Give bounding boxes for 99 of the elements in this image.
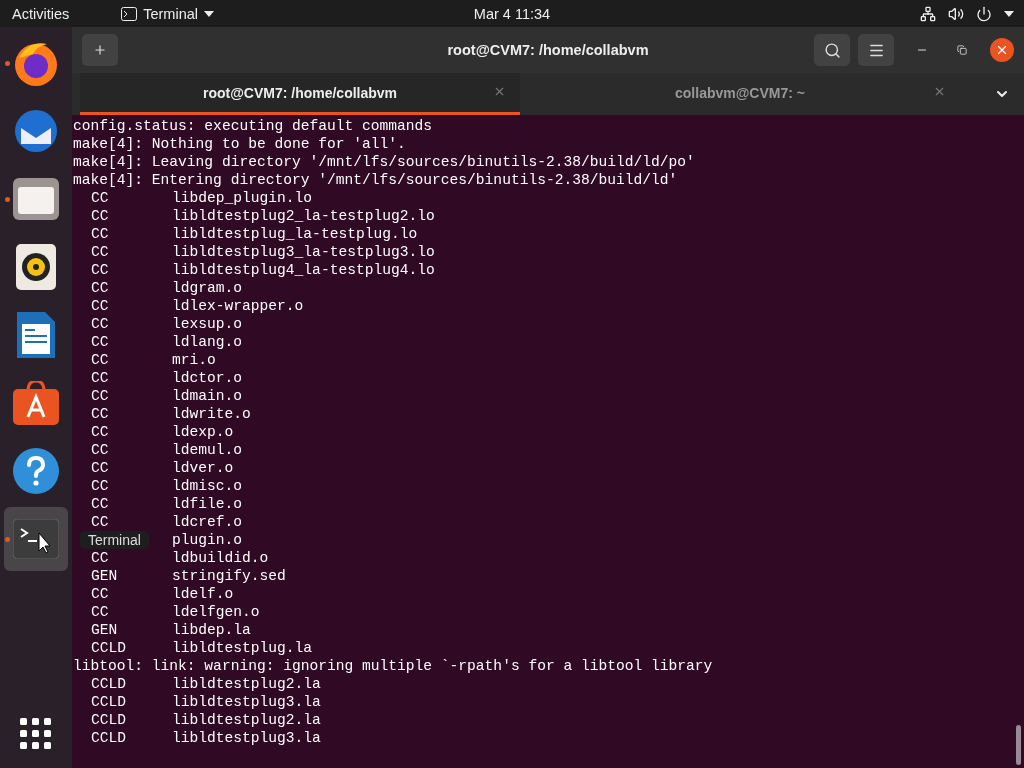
build-step: CC [91, 477, 172, 495]
file-name: plugin.o [172, 531, 243, 549]
build-step: CC [91, 603, 172, 621]
build-step: CC [91, 315, 172, 333]
app-grid-icon[interactable] [20, 718, 52, 750]
power-icon[interactable] [976, 5, 992, 22]
file-name: libldtestplug3_la-testplug3.lo [172, 243, 435, 261]
output-line: config.status: executing default commands [73, 117, 434, 135]
tab[interactable]: root@CVM7: /home/collabvm [80, 73, 520, 115]
output-line: make[4]: Entering directory '/mnt/lfs/sources/binutils-2.38/build/ld' [73, 171, 679, 189]
build-step: GEN [91, 621, 172, 639]
file-name: ldelf.o [172, 585, 234, 603]
build-step: CCLD [91, 693, 172, 711]
dock-item[interactable] [4, 507, 68, 571]
shopping-bag-icon [13, 381, 59, 425]
search-icon [823, 41, 841, 59]
build-step: CC [91, 423, 172, 441]
folder-icon [13, 178, 59, 220]
build-step: CC [91, 549, 172, 567]
plus-icon [93, 43, 107, 57]
build-step: CC [91, 279, 172, 297]
build-step: CCLD [91, 639, 172, 657]
build-step: CC [91, 441, 172, 459]
file-name: libldtestplug3.la [172, 729, 321, 747]
build-step: CC [91, 297, 172, 315]
running-indicator [5, 197, 10, 202]
file-name: libldtestplug2_la-testplug2.lo [172, 207, 435, 225]
speaker-icon [16, 244, 56, 290]
search-button[interactable] [814, 34, 850, 66]
file-name: libldtestplug2.la [172, 675, 321, 693]
close-button[interactable] [990, 38, 1014, 62]
file-name: ldlex-wrapper.o [172, 297, 304, 315]
file-name: libldtestplug_la-testplug.lo [172, 225, 418, 243]
file-name: libldtestplug2.la [172, 711, 321, 729]
build-step: CC [91, 261, 172, 279]
tooltip: Terminal [80, 531, 149, 549]
output-line: libtool: link: warning: ignoring multiple `-rpath's for a libtool library [73, 657, 714, 675]
build-step: CCLD [91, 711, 172, 729]
close-icon[interactable] [493, 85, 506, 98]
file-name: libldtestplug3.la [172, 693, 321, 711]
file-name: ldcref.o [172, 513, 243, 531]
file-name: ldctor.o [172, 369, 243, 387]
running-indicator [5, 537, 10, 542]
build-step: CC [91, 243, 172, 261]
close-icon[interactable] [933, 85, 946, 98]
build-step: CC [91, 405, 172, 423]
volume-icon[interactable] [948, 5, 964, 22]
build-step: CC [91, 207, 172, 225]
file-name: ldexp.o [172, 423, 234, 441]
build-step: CCLD [91, 729, 172, 747]
file-name: ldelfgen.o [172, 603, 260, 621]
network-icon[interactable] [920, 5, 936, 22]
file-name: libdep_plugin.lo [172, 189, 313, 207]
output-line: make[4]: Leaving directory '/mnt/lfs/sources/binutils-2.38/build/ld/po' [73, 153, 696, 171]
build-step: CCLD [91, 675, 172, 693]
build-step: CC [91, 225, 172, 243]
new-tab-button[interactable] [82, 34, 118, 66]
build-step: CC [91, 333, 172, 351]
file-name: ldgram.o [172, 279, 243, 297]
activities-button[interactable]: Activities [12, 5, 70, 22]
tab[interactable]: collabvm@CVM7: ~ [520, 73, 960, 115]
caret-icon [204, 10, 214, 17]
file-name: ldver.o [172, 459, 234, 477]
file-name: ldfile.o [172, 495, 243, 513]
build-step: CC [91, 495, 172, 513]
running-indicator [5, 61, 10, 66]
build-step: CC [91, 387, 172, 405]
app-menu[interactable]: Terminal [121, 5, 214, 22]
build-step: CC [91, 459, 172, 477]
build-step: CC [91, 369, 172, 387]
file-name: lexsup.o [172, 315, 243, 333]
restore-icon [957, 45, 967, 55]
menu-button[interactable] [858, 34, 894, 66]
file-name: ldlang.o [172, 333, 243, 351]
terminal-icon [13, 519, 59, 559]
file-name: libldtestplug4_la-testplug4.lo [172, 261, 435, 279]
build-step: GEN [91, 567, 172, 585]
close-icon [995, 43, 1009, 57]
file-name: mri.o [172, 351, 216, 369]
file-name: stringify.sed [172, 567, 286, 585]
output-line: make[4]: Nothing to be done for 'all'. [73, 135, 407, 153]
file-name: ldbuildid.o [172, 549, 269, 567]
file-name: ldmain.o [172, 387, 243, 405]
file-name: ldemul.o [172, 441, 243, 459]
terminal-icon [121, 6, 138, 21]
file-name: libdep.la [172, 621, 251, 639]
build-step: CC [91, 513, 172, 531]
clock[interactable]: Mar 4 11:34 [473, 5, 551, 22]
build-step: CC [91, 189, 172, 207]
caret-icon[interactable] [1004, 10, 1014, 17]
build-step: CC [91, 351, 172, 369]
build-step: CC [91, 585, 172, 603]
scrollbar-thumb[interactable] [1016, 725, 1021, 765]
help-icon [13, 448, 59, 494]
document-icon [17, 312, 55, 358]
file-name: ldmisc.o [172, 477, 243, 495]
window-title: root@CVM7: /home/collabvm [447, 42, 649, 58]
file-name: ldwrite.o [172, 405, 251, 423]
file-name: libldtestplug.la [172, 639, 313, 657]
